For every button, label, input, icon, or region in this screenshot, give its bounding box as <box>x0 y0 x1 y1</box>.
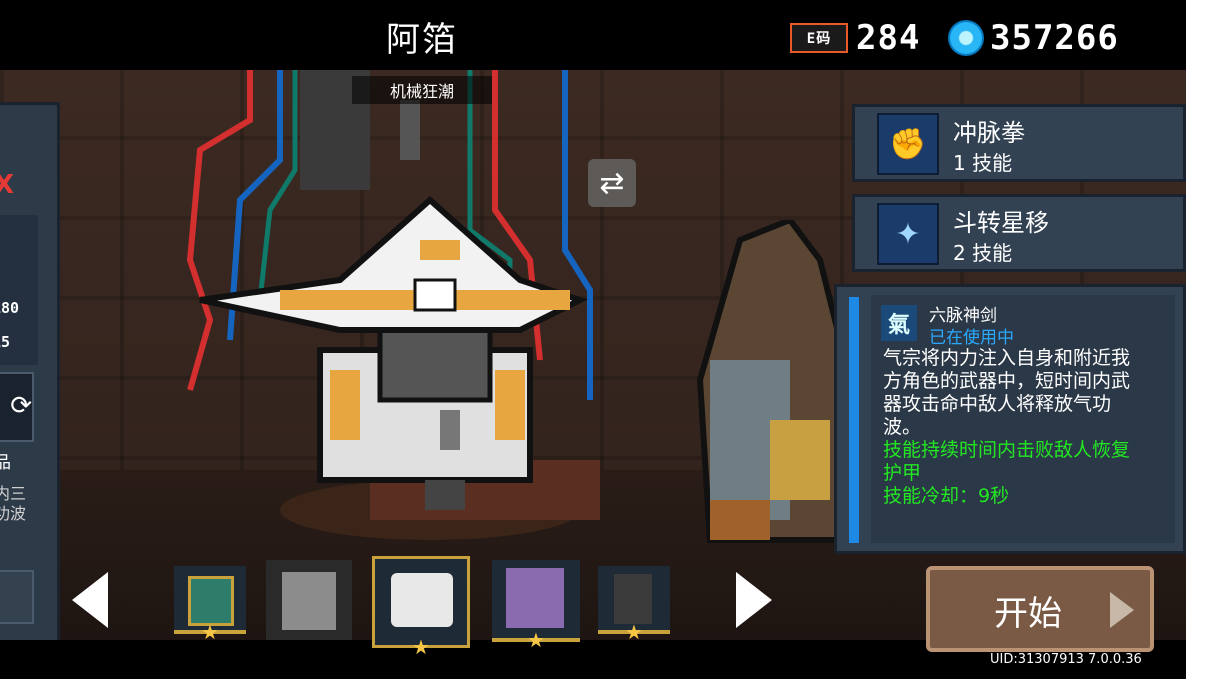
portrait-image <box>391 573 453 627</box>
star-palm-icon: ✦ <box>877 203 939 265</box>
skill-1-level: 1 技能 <box>953 151 1013 175</box>
portrait-image <box>282 572 336 630</box>
left-skill-desc: 内三 功波 <box>0 484 27 523</box>
star-icon: ★ <box>412 635 430 659</box>
left-skill-title: 品 <box>0 453 11 473</box>
skill-2-level: 2 技能 <box>953 241 1013 265</box>
skin-portrait-3-selected[interactable]: ★ <box>372 556 470 659</box>
skin-portrait-2[interactable] <box>266 560 352 640</box>
skill-1-name: 冲脉拳 <box>953 119 1025 147</box>
gem-icon <box>948 20 984 56</box>
stat-hp: 5 <box>0 231 38 249</box>
swap-icon: ⇄ <box>599 165 625 201</box>
portrait-image <box>614 574 652 624</box>
skill-2-name: 斗转星移 <box>953 209 1049 237</box>
character-skin-name: 机械狂潮 <box>352 76 492 104</box>
gem-counter: 357266 <box>948 18 1119 58</box>
star-icon: ★ <box>527 628 545 652</box>
star-icon: ★ <box>625 620 643 644</box>
stat-armor: 7 <box>0 265 38 283</box>
skill-card-2[interactable]: ✦ 斗转星移 2 技能 <box>852 194 1186 272</box>
stat-energy: 180 <box>0 299 20 317</box>
start-button-label: 开始 <box>994 594 1062 634</box>
left-skill-icon[interactable]: ⟳ <box>0 372 34 442</box>
uid-version-label: UID:31307913 7.0.0.36 <box>990 652 1142 667</box>
skin-portrait-1[interactable]: ★ <box>174 566 246 644</box>
weapon-buff: 技能持续时间内击败敌人恢复护甲 <box>883 439 1131 484</box>
star-icon: ★ <box>201 620 219 644</box>
weapon-cooldown: 技能冷却：9秒 <box>883 485 1010 507</box>
skin-portrait-4[interactable]: ★ <box>492 560 580 652</box>
weapon-status: 已在使用中 <box>929 328 1014 348</box>
left-panel-button[interactable] <box>0 570 34 624</box>
qi-icon: 氣 <box>881 305 917 341</box>
weapon-detail-panel: 氣 六脉神剑 已在使用中 气宗将内力注入自身和附近我方角色的武器中，短时间内武器… <box>834 284 1186 554</box>
stats-list: 5 7 180 15 <box>0 215 38 365</box>
portrait-image <box>506 568 564 628</box>
prev-character-arrow[interactable] <box>72 572 108 628</box>
energy-counter: E码 284 <box>790 18 920 58</box>
weapon-description-block: 气宗将内力注入自身和附近我方角色的武器中，短时间内武器攻击命中敌人将释放气功波。… <box>883 347 1147 508</box>
energy-icon: E码 <box>790 23 848 53</box>
gem-value: 357266 <box>990 18 1119 58</box>
companion-sprite <box>696 220 840 543</box>
energy-value: 284 <box>856 18 921 58</box>
portrait-image <box>188 576 234 626</box>
swap-skin-button[interactable]: ⇄ <box>588 159 636 207</box>
play-arrow-icon <box>1110 592 1134 628</box>
skin-portrait-5[interactable]: ★ <box>598 566 670 644</box>
stat-crit: 15 <box>0 333 11 351</box>
game-screen: 阿箔 机械狂潮 E码 284 357266 X 5 7 180 15 ⟳ 品 内… <box>0 0 1186 679</box>
weapon-description: 气宗将内力注入自身和附近我方角色的武器中，短时间内武器攻击命中敌人将释放气功波。 <box>883 347 1131 438</box>
info-red-mark: X <box>0 170 15 200</box>
next-character-arrow[interactable] <box>736 572 772 628</box>
character-name: 阿箔 <box>386 20 458 60</box>
hero-sprite <box>199 195 600 540</box>
skill-card-1[interactable]: ✊ 冲脉拳 1 技能 <box>852 104 1186 182</box>
panel-accent-stripe <box>849 297 859 543</box>
start-button[interactable]: 开始 <box>926 566 1154 652</box>
arm-fist-icon: ✊ <box>877 113 939 175</box>
